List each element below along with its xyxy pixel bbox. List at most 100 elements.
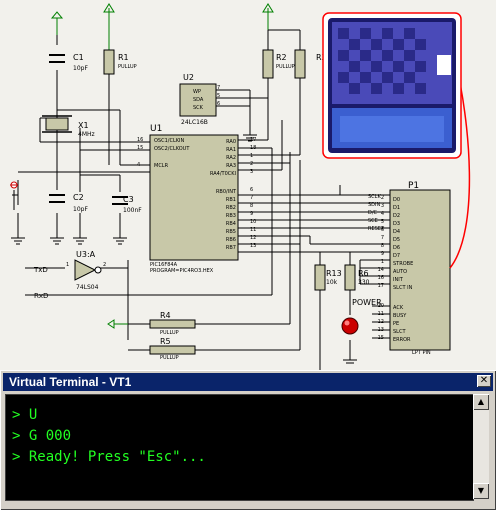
schematic-canvas[interactable]: C1 10pF C2 10pF C3 100nF R1 PULLUP R2 PU… [0,0,496,370]
u1-pin-right-num-8: 9 [250,211,253,217]
u1-pin-right-1: RA1 [226,147,236,153]
capacitor-c2[interactable] [49,194,65,203]
u3-ref: U3:A [76,250,96,259]
resistor-r4[interactable] [149,319,196,329]
p1-pin-num-10: 16 [378,275,384,281]
lcd-pixel-block [382,28,393,39]
inverter-u3a[interactable] [74,259,102,281]
u2-ref: U2 [183,73,194,82]
p1-pin-1: D1 [393,205,400,211]
u1-pin-right-10: RB5 [226,229,236,235]
scroll-up-icon[interactable]: ▲ [473,394,489,410]
resistor-r13[interactable] [314,264,326,291]
scroll-down-icon[interactable]: ▼ [473,483,489,499]
p1-pin-11: SLCT IN [393,285,413,291]
reset-pushbutton[interactable] [10,181,18,210]
ic-u1-pic16f84a[interactable] [149,134,239,261]
u3-pin-in: 1 [66,262,69,268]
lcd-pixel-block [404,72,415,83]
p1-pin-num-6: 8 [381,243,384,249]
c1-ref: C1 [73,53,84,62]
u1-pin-1: OSC2/CLKOUT [154,146,190,152]
lcd-pixel-block [360,50,371,61]
c2-value: 10pF [73,206,88,213]
p1-signal-0: SCLK [368,194,381,200]
u1-pin-right-6: RB1 [226,197,236,203]
p1-pin-num-2: 4 [381,211,384,217]
p1-pin-7: D7 [393,253,400,259]
resistor-r5[interactable] [149,345,196,355]
p1-pin-15: SLCT [393,329,406,335]
r5-value: PULLUP [160,355,179,361]
p1-ref: P1 [408,181,419,191]
p1-pin-5: D5 [393,237,400,243]
lcd-pixel-block [415,39,426,50]
u1-pin-right-4: RA4/T0CKI [210,171,236,177]
close-icon[interactable]: ✕ [477,375,491,387]
u1-pin-right-num-11: 12 [250,235,256,241]
lcd-pixel-block [338,72,349,83]
lcd-pixel-block [393,61,404,72]
power-led[interactable] [341,317,359,335]
lcd-pixel-block [404,50,415,61]
terminal-scrollbar[interactable]: ▲ ▼ [473,394,489,499]
resistor-r3[interactable] [294,49,306,79]
r4-ref: R4 [160,311,171,320]
lcd-pixel-block [371,61,382,72]
crystal-x1[interactable] [42,115,72,133]
lcd-pixel-block [360,72,371,83]
u1-pin-right-num-7: 8 [250,203,253,209]
r4-value: PULLUP [160,330,179,336]
u2-pin-num-sck: 6 [217,101,220,107]
c1-value: 10pF [73,65,88,72]
p1-pin-num-9: 14 [378,267,384,273]
r2-ref: R2 [276,53,287,62]
u2-part: 24LC16B [181,119,208,126]
u1-pin-right-12: RB7 [226,245,236,251]
u1-pin-right-2: RA2 [226,155,236,161]
c3-ref: C3 [123,195,134,204]
c2-ref: C2 [73,193,84,202]
u2-pin-wp: WP [193,89,201,95]
p1-pin-num-11: 17 [378,283,384,289]
u2-pin-num-sda: 5 [217,93,220,99]
lcd-pixel-block [382,72,393,83]
terminal-title: Virtual Terminal - VT1 [9,375,132,389]
lcd-preview-panel[interactable] [322,12,462,159]
r4-power-arrow [107,319,115,329]
resistor-r2[interactable] [262,49,274,79]
p1-pin-6: D6 [393,245,400,251]
lcd-pixel-block [349,39,360,50]
u1-pin-0: OSC1/CLKIN [154,138,184,144]
u1-pin-right-num-5: 6 [250,187,253,193]
p1-pin-num-14: 12 [378,319,384,325]
p1-pin-12: ACK [393,305,404,311]
p1-part: LPT PIN [412,350,431,356]
p1-pin-2: D2 [393,213,400,219]
terminal-line: > Ready! Press "Esc"... [12,449,206,465]
u3-pin-out: 2 [103,262,106,268]
u2-pin-sda: SDA [193,97,204,103]
u2-pin-num-wp: 7 [217,85,220,91]
lcd-pixel-block [371,83,382,94]
terminal-title-bar[interactable]: Virtual Terminal - VT1 ✕ [3,373,493,391]
lcd-pixel-block [382,50,393,61]
u1-pin-right-3: RA3 [226,163,236,169]
capacitor-c1[interactable] [49,54,65,63]
terminal-line: > U [12,407,38,423]
p1-pin-8: STROBE [393,261,413,267]
lcd-pixel-block [360,28,371,39]
resistor-r1[interactable] [103,49,115,75]
virtual-terminal-window[interactable]: Virtual Terminal - VT1 ✕ > U > G 000 > R… [0,370,496,510]
resistor-r6[interactable] [344,264,356,291]
u1-pin-right-num-2: 1 [250,153,253,159]
u1-pin-num-0: 16 [137,137,143,143]
terminal-screen[interactable]: > U > G 000 > Ready! Press "Esc"... [5,394,474,501]
u1-pin-right-num-3: 2 [250,161,253,167]
r1-ref: R1 [118,53,129,62]
u1-pin-right-num-4: 3 [250,169,253,175]
rxd-label: RxD [34,292,48,300]
u1-pin-right-9: RB4 [226,221,236,227]
lcd-pixel-block [371,39,382,50]
u1-pin-2: MCLR [154,163,169,169]
